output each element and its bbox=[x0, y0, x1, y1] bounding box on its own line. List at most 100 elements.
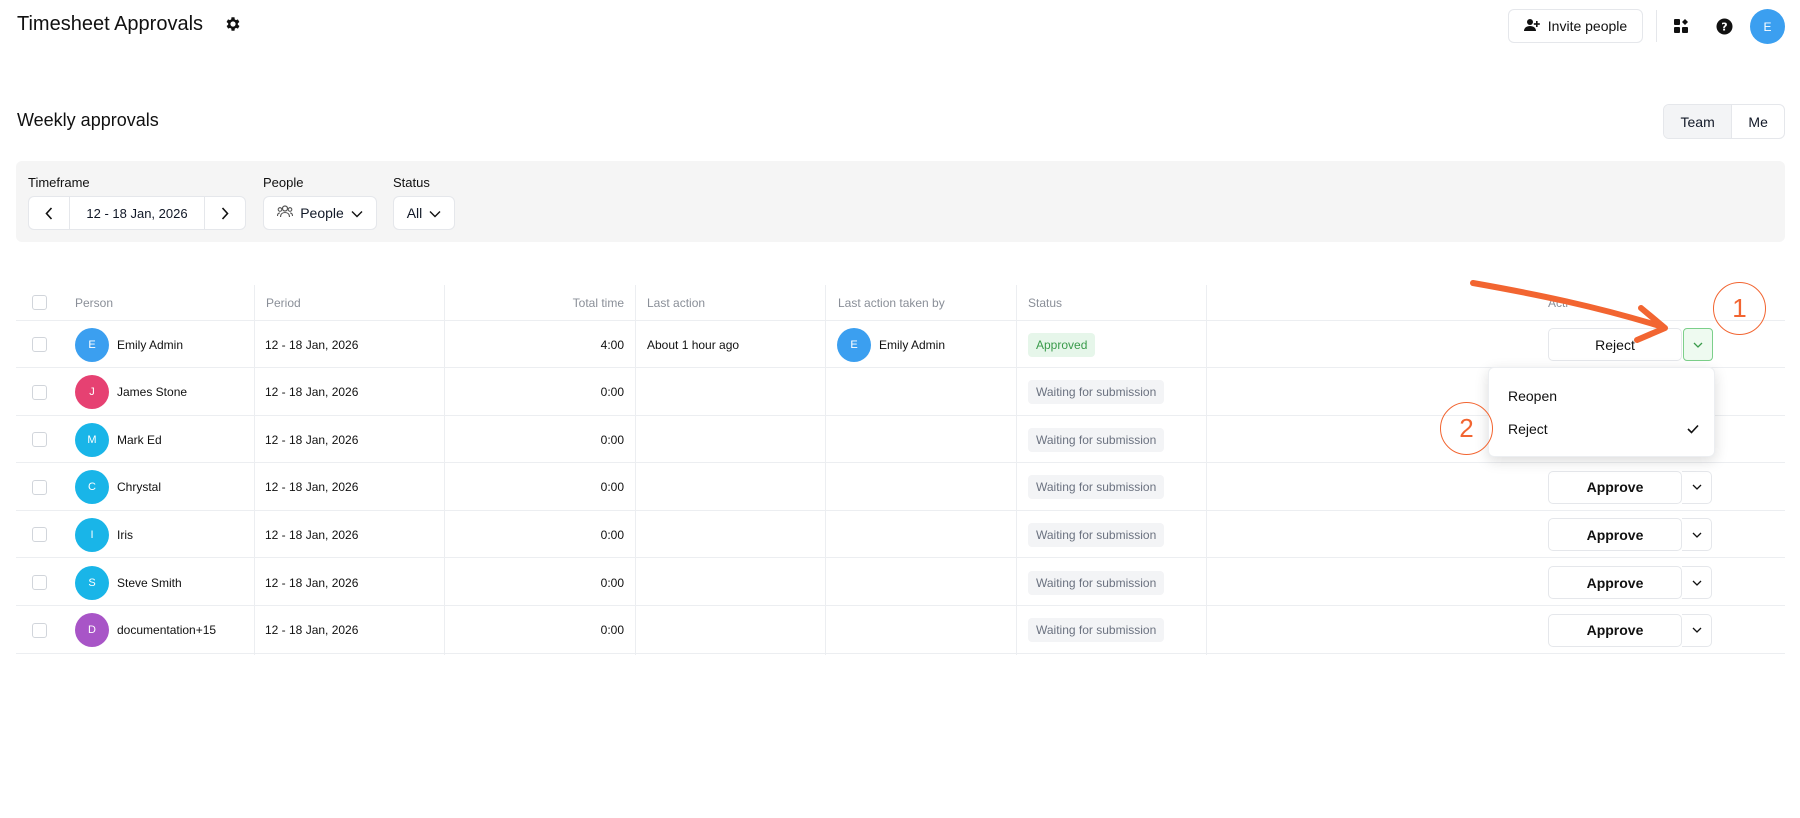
people-select[interactable]: People bbox=[263, 196, 377, 230]
status-badge: Waiting for submission bbox=[1028, 570, 1165, 595]
total-time-cell: 0:00 bbox=[600, 385, 624, 400]
checkmark-icon bbox=[1687, 421, 1699, 434]
person-cell: E Emily Admin bbox=[75, 321, 183, 368]
help-icon[interactable]: ? bbox=[1713, 15, 1735, 37]
approve-button[interactable]: Approve bbox=[1548, 613, 1682, 647]
person-name: Steve Smith bbox=[117, 575, 182, 590]
approve-button[interactable]: Approve bbox=[1548, 566, 1682, 599]
row-checkbox[interactable] bbox=[32, 384, 47, 400]
settings-gear-icon[interactable] bbox=[224, 15, 242, 33]
table-row: S Steve Smith 12 - 18 Jan, 2026 0:00 Waiting… bbox=[16, 559, 1785, 606]
status-cell: Waiting for submission bbox=[1028, 607, 1165, 654]
person-name: Iris bbox=[117, 527, 133, 542]
period-cell: 12 - 18 Jan, 2026 bbox=[265, 527, 359, 542]
invite-people-label: Invite people bbox=[1547, 18, 1628, 34]
page-title: Timesheet Approvals bbox=[17, 13, 204, 35]
avatar: M bbox=[75, 422, 109, 457]
row-checkbox[interactable] bbox=[32, 479, 47, 495]
status-cell: Waiting for submission bbox=[1028, 369, 1165, 416]
avatar: E bbox=[75, 327, 109, 362]
avatar: C bbox=[75, 470, 109, 505]
avatar: E bbox=[837, 327, 871, 362]
person-cell: Ddocumentation+15 bbox=[75, 607, 216, 654]
top-bar: Timesheet Approvals Invite people ? E bbox=[0, 0, 1800, 52]
menu-item-reject[interactable]: Reject bbox=[1508, 421, 1548, 437]
status-cell: Waiting for submission bbox=[1028, 511, 1165, 558]
status-badge: Waiting for submission bbox=[1028, 427, 1165, 452]
chevron-down-icon[interactable] bbox=[1682, 518, 1712, 552]
total-time-cell: 0:00 bbox=[600, 527, 624, 542]
people-label: People bbox=[263, 175, 304, 190]
status-cell: Approved bbox=[1028, 321, 1096, 368]
row-checkbox[interactable] bbox=[32, 527, 47, 543]
col-status: Status bbox=[1028, 296, 1063, 310]
person-cell: M Mark Ed bbox=[75, 416, 162, 463]
select-all-checkbox[interactable] bbox=[32, 295, 47, 310]
annotation-step-2: 2 bbox=[1440, 402, 1493, 455]
toggle-team[interactable]: Team bbox=[1664, 105, 1733, 138]
chevron-down-icon bbox=[429, 205, 441, 221]
row-checkbox[interactable] bbox=[32, 575, 47, 590]
approve-button[interactable]: Approve bbox=[1548, 470, 1682, 504]
section-title: Weekly approvals bbox=[17, 110, 159, 130]
status-badge: Waiting for submission bbox=[1028, 380, 1165, 405]
timeframe-value[interactable]: 12 - 18 Jan, 2026 bbox=[69, 197, 205, 229]
chevron-down-icon[interactable] bbox=[1682, 613, 1712, 647]
table-row: Ddocumentation+15 12 - 18 Jan, 2026 0:00 Wa… bbox=[16, 607, 1785, 654]
row-checkbox[interactable] bbox=[32, 337, 47, 352]
row-checkbox[interactable] bbox=[32, 622, 47, 638]
timeframe-picker: 12 - 18 Jan, 2026 bbox=[28, 196, 246, 230]
total-time-cell: 0:00 bbox=[600, 480, 624, 495]
chevron-down-icon[interactable] bbox=[1682, 470, 1712, 504]
total-time-cell: 4:00 bbox=[600, 337, 624, 352]
period-cell: 12 - 18 Jan, 2026 bbox=[265, 623, 359, 638]
timeframe-label: Timeframe bbox=[28, 175, 90, 190]
team-me-toggle: Team Me bbox=[1663, 104, 1785, 139]
status-cell: Waiting for submission bbox=[1028, 559, 1165, 606]
status-select[interactable]: All bbox=[393, 196, 455, 230]
avatar: I bbox=[75, 517, 109, 552]
status-badge: Waiting for submission bbox=[1028, 475, 1165, 500]
person-cell: J James Stone bbox=[75, 369, 187, 416]
annotation-step-1: 1 bbox=[1713, 282, 1766, 335]
filters-panel: Timeframe People Status 12 - 18 Jan, 202… bbox=[16, 161, 1785, 242]
person-name: Chrystal bbox=[117, 480, 162, 495]
person-name: James Stone bbox=[117, 385, 188, 400]
status-cell: Waiting for submission bbox=[1028, 416, 1165, 463]
total-time-cell: 0:00 bbox=[600, 432, 624, 447]
person-name: documentation+15 bbox=[117, 623, 217, 638]
menu-item-reopen[interactable]: Reopen bbox=[1508, 388, 1557, 404]
annotation-arrow bbox=[1470, 280, 1668, 343]
toggle-me[interactable]: Me bbox=[1732, 105, 1784, 138]
col-last-action-by: Last action taken by bbox=[838, 296, 945, 310]
avatar: J bbox=[75, 375, 109, 410]
status-badge: Waiting for submission bbox=[1028, 618, 1165, 643]
chevron-down-icon[interactable] bbox=[1682, 566, 1712, 599]
last-action-cell: About 1 hour ago bbox=[647, 337, 740, 352]
period-cell: 12 - 18 Jan, 2026 bbox=[265, 480, 359, 495]
invite-people-button[interactable]: Invite people bbox=[1508, 9, 1643, 43]
row-checkbox[interactable] bbox=[32, 432, 47, 448]
svg-text:?: ? bbox=[1721, 20, 1727, 33]
col-last-action: Last action bbox=[647, 296, 706, 310]
person-cell: I Iris bbox=[75, 511, 133, 558]
last-action-by-cell: E Emily Admin bbox=[837, 321, 945, 368]
chevron-down-icon bbox=[351, 205, 363, 221]
last-action-by-name: Emily Admin bbox=[879, 337, 946, 352]
period-cell: 12 - 18 Jan, 2026 bbox=[265, 385, 359, 400]
avatar: S bbox=[75, 565, 109, 600]
chevron-right-icon[interactable] bbox=[205, 197, 245, 229]
person-name: Mark Ed bbox=[117, 432, 162, 447]
apps-icon[interactable] bbox=[1670, 15, 1692, 37]
period-cell: 12 - 18 Jan, 2026 bbox=[265, 432, 359, 447]
total-time-cell: 0:00 bbox=[600, 623, 624, 638]
status-badge: Approved bbox=[1028, 332, 1096, 357]
people-select-value: People bbox=[300, 205, 344, 221]
chevron-left-icon[interactable] bbox=[29, 197, 69, 229]
action-dropdown-menu: Reopen Reject bbox=[1488, 367, 1715, 457]
table-row: C Chrystal 12 - 18 Jan, 2026 0:00 Waiting fo… bbox=[16, 464, 1785, 511]
avatar: D bbox=[75, 613, 109, 648]
approve-button[interactable]: Approve bbox=[1548, 518, 1682, 552]
user-avatar[interactable]: E bbox=[1750, 9, 1785, 44]
status-select-value: All bbox=[406, 205, 423, 221]
